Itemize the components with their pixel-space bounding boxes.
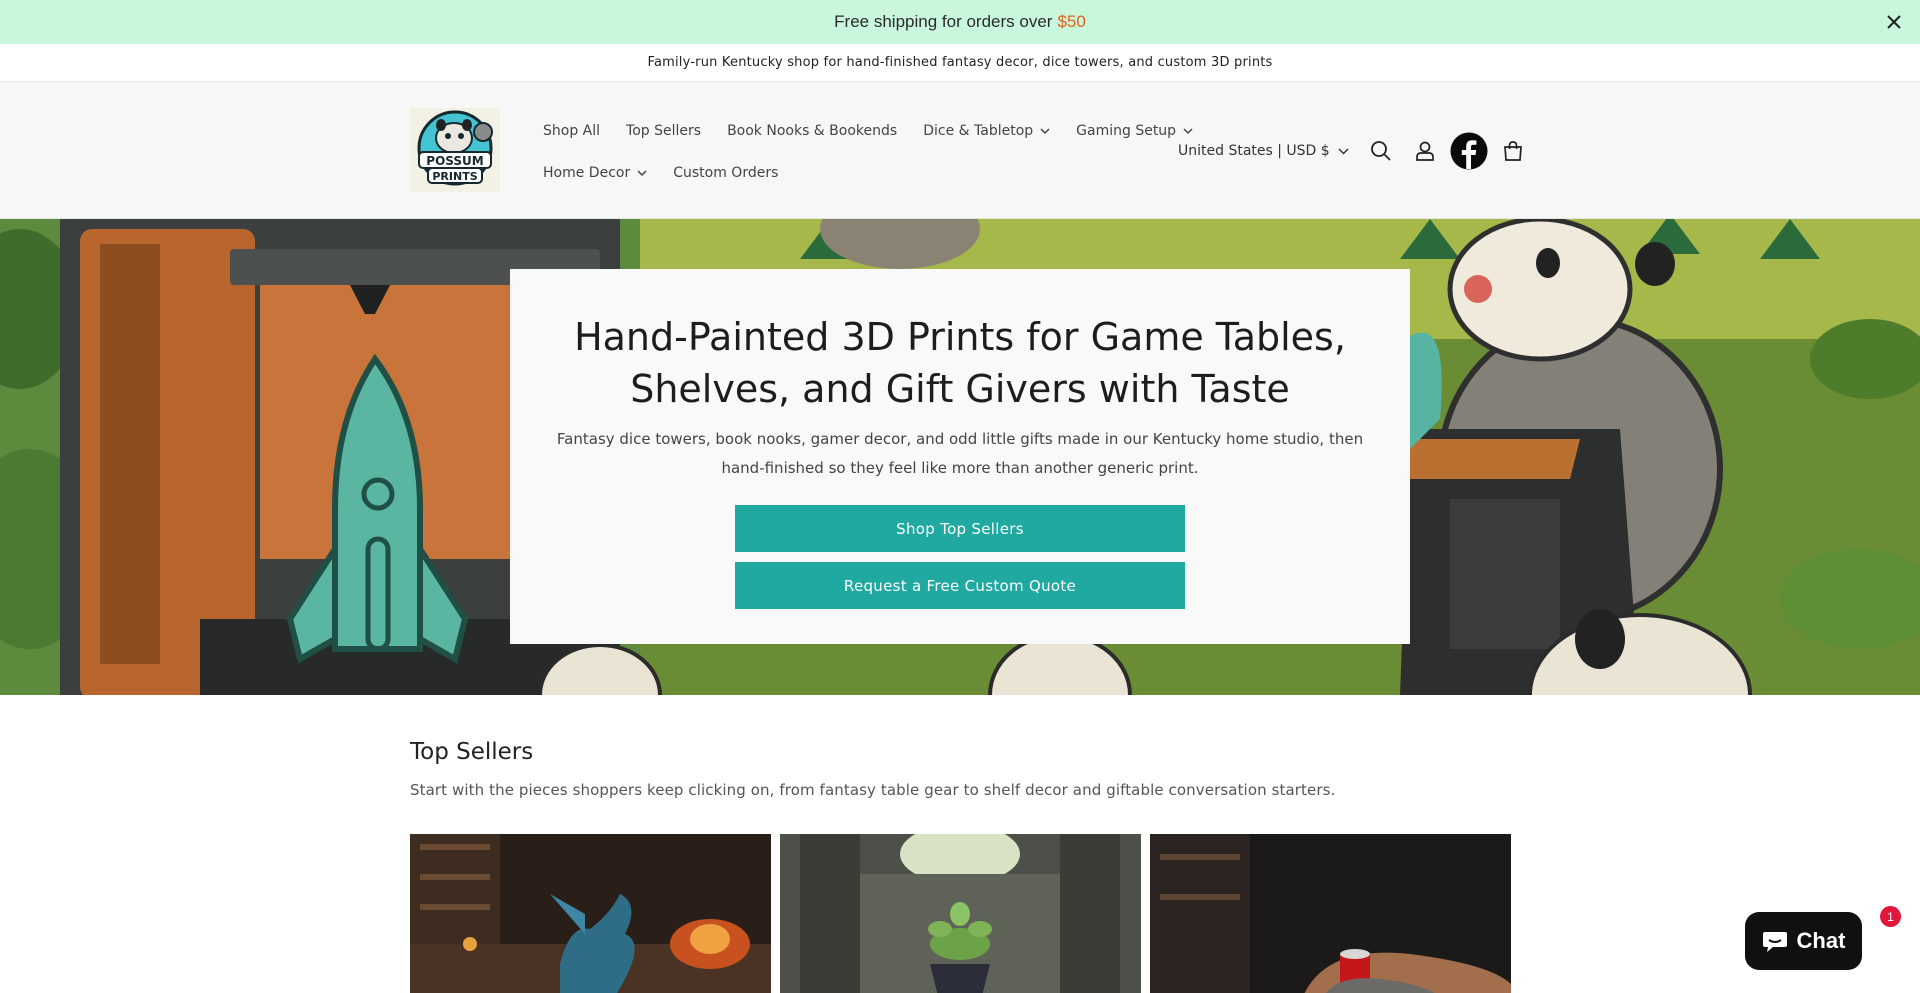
account-button[interactable] bbox=[1403, 129, 1447, 173]
chevron-down-icon bbox=[1040, 127, 1050, 134]
nav-row-2: Home Decor Custom Orders bbox=[530, 152, 1150, 194]
announcement-text: Family-run Kentucky shop for hand-finish… bbox=[647, 55, 1273, 70]
free-shipping-amount: $50 bbox=[1057, 12, 1086, 31]
request-custom-quote-button[interactable]: Request a Free Custom Quote bbox=[735, 562, 1185, 609]
top-sellers-description: Start with the pieces shoppers keep clic… bbox=[410, 781, 1336, 799]
hero-title: Hand-Painted 3D Prints for Game Tables, … bbox=[574, 315, 1346, 411]
search-icon bbox=[1370, 141, 1391, 161]
facebook-link[interactable] bbox=[1447, 129, 1491, 173]
country-currency-label: United States | USD $ bbox=[1178, 143, 1330, 159]
cart-button[interactable] bbox=[1491, 129, 1535, 173]
top-sellers-section: Top Sellers Start with the pieces shoppe… bbox=[410, 695, 1511, 993]
nav-label: Top Sellers bbox=[626, 123, 702, 139]
nav-dice-tabletop[interactable]: Dice & Tabletop bbox=[910, 123, 1063, 139]
search-button[interactable] bbox=[1359, 129, 1403, 173]
chat-button[interactable]: Chat bbox=[1745, 912, 1862, 970]
nav-label: Dice & Tabletop bbox=[923, 123, 1034, 139]
hero-content-card: Hand-Painted 3D Prints for Game Tables, … bbox=[510, 269, 1410, 644]
product-image bbox=[410, 834, 771, 993]
country-currency-selector[interactable]: United States | USD $ bbox=[1168, 143, 1359, 159]
product-card-dragon-dice-tower[interactable] bbox=[410, 834, 771, 993]
nav-row-1: Shop All Top Sellers Book Nooks & Booken… bbox=[530, 110, 1193, 152]
nav-label: Gaming Setup bbox=[1076, 123, 1177, 139]
nav-shop-all[interactable]: Shop All bbox=[530, 123, 613, 139]
nav-label: Custom Orders bbox=[673, 165, 779, 181]
svg-text:PRINTS: PRINTS bbox=[432, 170, 477, 183]
nav-label: Shop All bbox=[543, 123, 601, 139]
nav-custom-orders[interactable]: Custom Orders bbox=[660, 165, 791, 181]
chevron-down-icon bbox=[637, 169, 647, 176]
product-card-can-holder[interactable] bbox=[1150, 834, 1511, 993]
product-image bbox=[780, 834, 1141, 993]
chat-notification-badge: 1 bbox=[1880, 906, 1901, 927]
nav-home-decor[interactable]: Home Decor bbox=[530, 165, 660, 181]
chat-bubble-icon bbox=[1762, 932, 1787, 952]
facebook-icon bbox=[1450, 132, 1488, 170]
cart-icon bbox=[1503, 141, 1522, 161]
product-card-succulent-planter[interactable] bbox=[780, 834, 1141, 993]
close-icon[interactable] bbox=[1882, 10, 1906, 34]
top-sellers-heading: Top Sellers bbox=[410, 739, 534, 765]
chevron-down-icon bbox=[1338, 147, 1349, 155]
possum-prints-logo[interactable]: POSSUM PRINTS bbox=[410, 108, 500, 192]
hero-subtitle: Fantasy dice towers, book nooks, gamer d… bbox=[556, 430, 1364, 477]
product-grid bbox=[410, 834, 1511, 993]
hero-banner: Hand-Painted 3D Prints for Game Tables, … bbox=[0, 219, 1920, 695]
nav-label: Home Decor bbox=[543, 165, 631, 181]
nav-label: Book Nooks & Bookends bbox=[727, 123, 898, 139]
site-header: POSSUM PRINTS Shop All Top Sellers Book … bbox=[0, 82, 1920, 219]
main-navigation: Shop All Top Sellers Book Nooks & Booken… bbox=[530, 110, 1193, 194]
free-shipping-bar: Free shipping for orders over $50 bbox=[0, 0, 1920, 44]
announcement-bar: Family-run Kentucky shop for hand-finish… bbox=[0, 44, 1920, 82]
product-image bbox=[1150, 834, 1511, 993]
account-icon bbox=[1415, 141, 1434, 161]
nav-top-sellers[interactable]: Top Sellers bbox=[613, 123, 714, 139]
shop-top-sellers-button[interactable]: Shop Top Sellers bbox=[735, 505, 1185, 552]
chat-label: Chat bbox=[1796, 928, 1846, 953]
nav-book-nooks[interactable]: Book Nooks & Bookends bbox=[714, 123, 910, 139]
svg-text:POSSUM: POSSUM bbox=[426, 154, 483, 168]
free-shipping-text: Free shipping for orders over bbox=[834, 12, 1053, 31]
header-actions: United States | USD $ bbox=[1168, 130, 1535, 172]
